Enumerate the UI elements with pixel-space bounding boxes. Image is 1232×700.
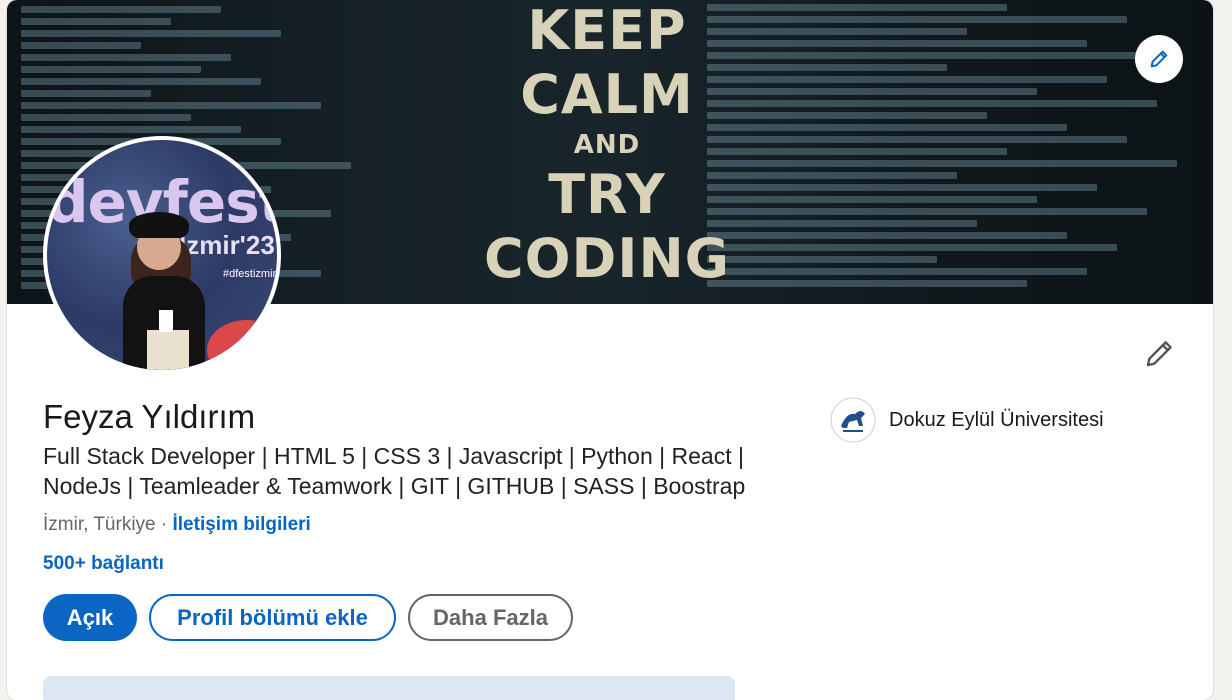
banner-slogan: KEEP CALM AND TRY CODING (477, 4, 737, 296)
profile-headline: Full Stack Developer | HTML 5 | CSS 3 | … (43, 443, 746, 499)
avatar-person-badge (159, 310, 173, 332)
banner-line-calm: CALM (520, 63, 694, 126)
connections-link[interactable]: 500+ bağlantı (43, 553, 164, 575)
avatar-decoration (207, 320, 277, 370)
avatar-person-hat (129, 212, 189, 238)
avatar-photo: devfest İzmir'23 #dfestizmir (47, 140, 277, 370)
university-name: Dokuz Eylül Üniversitesi (889, 408, 1104, 431)
edit-banner-button[interactable] (1135, 35, 1183, 83)
university-logo-icon (827, 394, 879, 446)
more-button[interactable]: Daha Fazla (408, 594, 573, 641)
pencil-icon (1150, 50, 1168, 68)
banner-code-background-right (707, 0, 1207, 304)
edit-profile-button[interactable] (1143, 336, 1177, 370)
open-to-work-box[interactable] (43, 676, 735, 700)
banner-line-keep: KEEP (527, 0, 687, 62)
profile-avatar[interactable]: devfest İzmir'23 #dfestizmir (43, 136, 281, 374)
pencil-icon (1146, 341, 1172, 367)
open-to-button[interactable]: Açık (43, 594, 137, 641)
location-separator: · (155, 514, 173, 535)
avatar-photo-city: İzmir'23 (179, 230, 275, 260)
banner-line-coding: CODING (484, 227, 730, 290)
profile-location-row: İzmir, Türkiye · İletişim bilgileri (43, 514, 311, 536)
banner-line-and: AND (573, 130, 641, 160)
profile-name: Feyza Yıldırım (43, 398, 256, 435)
avatar-person-skirt (147, 330, 189, 370)
contact-info-link[interactable]: İletişim bilgileri (173, 514, 311, 535)
profile-location: İzmir, Türkiye (43, 514, 156, 535)
profile-card: KEEP CALM AND TRY CODING devfest İzmir'2… (7, 0, 1213, 700)
add-profile-section-button[interactable]: Profil bölümü ekle (149, 594, 396, 641)
avatar-photo-hashtag: #dfestizmir (223, 268, 277, 280)
education-item[interactable]: Dokuz Eylül Üniversitesi (827, 394, 1104, 446)
banner-line-try: TRY (548, 163, 666, 226)
